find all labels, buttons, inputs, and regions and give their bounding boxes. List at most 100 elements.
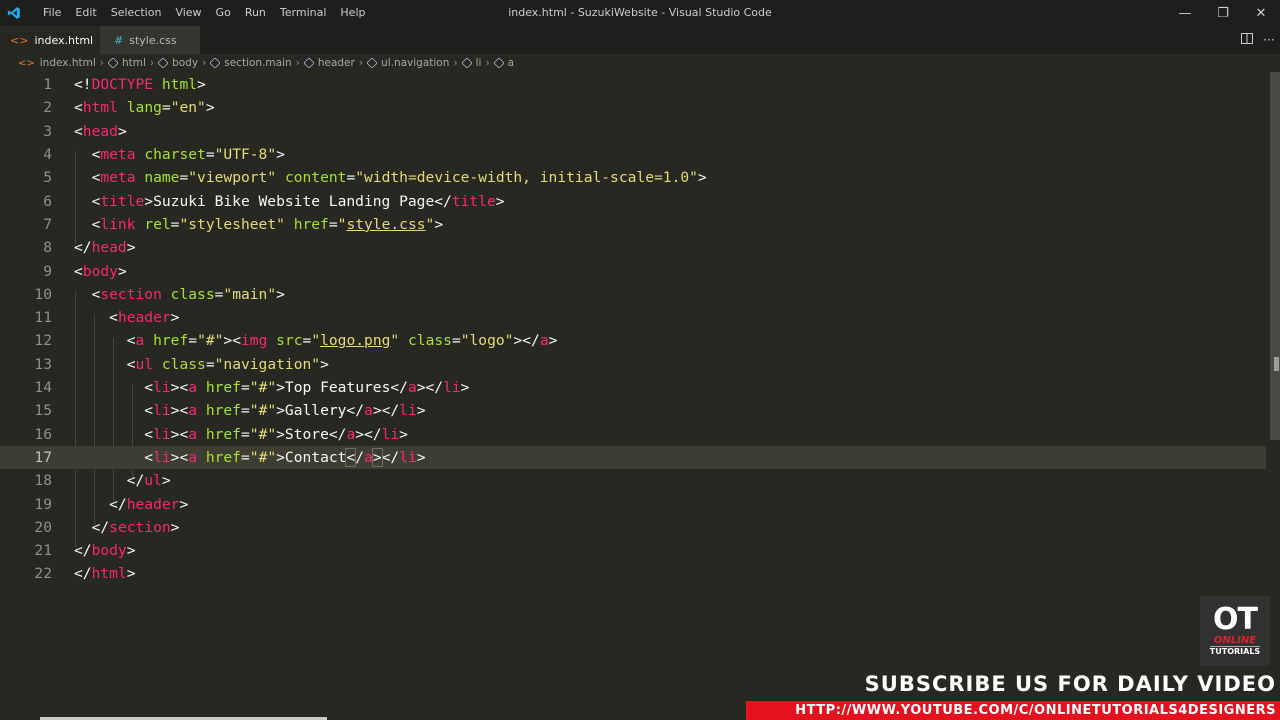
code-line[interactable]: 11 <header>	[0, 306, 1266, 329]
code-line[interactable]: 16 <li><a href="#">Store</a></li>	[0, 423, 1266, 446]
code-token: >	[205, 99, 215, 117]
code-token: li	[443, 379, 461, 397]
breadcrumb-item[interactable]: a	[492, 57, 515, 69]
code-token: >	[126, 239, 136, 257]
line-number: 18	[34, 472, 52, 490]
menu-view[interactable]: View	[168, 0, 208, 26]
code-token: lang	[126, 99, 162, 117]
chevron-right-icon: ›	[295, 57, 300, 69]
code-token: section	[109, 518, 171, 536]
symbol-cube-icon	[107, 57, 119, 69]
code-line[interactable]: 5 <meta name="viewport" content="width=d…	[0, 166, 1266, 189]
code-token: </	[74, 518, 110, 536]
close-window-button[interactable]: ✕	[1242, 0, 1280, 26]
code-token: "	[425, 215, 435, 233]
menu-selection[interactable]: Selection	[104, 0, 169, 26]
code-token: a	[539, 332, 549, 350]
code-token: li	[153, 448, 171, 466]
tab-index-html[interactable]: <> index.html ✕	[0, 26, 111, 54]
code-line[interactable]: 21 </body>	[0, 539, 1266, 562]
more-actions-icon[interactable]: ···	[1258, 33, 1280, 47]
code-line[interactable]: 10 <section class="main">	[0, 283, 1266, 306]
code-line[interactable]: 15 <li><a href="#">Gallery</a></li>	[0, 399, 1266, 422]
menu-go[interactable]: Go	[209, 0, 238, 26]
code-line[interactable]: 7 <link rel="stylesheet" href="style.css…	[0, 213, 1266, 236]
code-token: class	[161, 355, 206, 373]
breadcrumb-item[interactable]: header	[303, 57, 355, 69]
line-code: </head>	[74, 239, 136, 256]
code-token: "width=device-width, initial-scale=1.0"	[355, 169, 698, 187]
code-token: >	[179, 495, 189, 513]
code-line[interactable]: 13 <ul class="navigation">	[0, 353, 1266, 376]
code-line[interactable]: 19 </header>	[0, 492, 1266, 515]
code-line[interactable]: 3 <head>	[0, 120, 1266, 143]
code-line[interactable]: 4 <meta charset="UTF-8">	[0, 143, 1266, 166]
code-token: ></	[355, 425, 382, 443]
youtube-url-banner: HTTP://WWW.YOUTUBE.COM/C/ONLINETUTORIALS…	[746, 701, 1280, 720]
code-line[interactable]: 8 </head>	[0, 236, 1266, 259]
menu-file[interactable]: File	[36, 0, 68, 26]
code-token: >Top Features</	[276, 379, 408, 397]
code-line[interactable]: 18 </ul>	[0, 469, 1266, 492]
breadcrumb-item[interactable]: li	[460, 57, 481, 69]
code-token: >	[434, 215, 444, 233]
menu-terminal[interactable]: Terminal	[273, 0, 334, 26]
line-number: 9	[43, 262, 52, 280]
line-code: </html>	[74, 565, 136, 582]
code-token: "viewport"	[188, 169, 277, 187]
code-token: a	[346, 425, 356, 443]
code-token: a	[188, 448, 198, 466]
split-editor-icon[interactable]	[1236, 33, 1258, 47]
line-number: 5	[43, 169, 52, 187]
code-line[interactable]: 20 </section>	[0, 516, 1266, 539]
code-line[interactable]: 17 <li><a href="#">Contact</a></li>	[0, 445, 1266, 470]
breadcrumb-item[interactable]: html	[107, 57, 146, 69]
menu-edit[interactable]: Edit	[68, 0, 103, 26]
menu-help[interactable]: Help	[333, 0, 372, 26]
breadcrumb-item[interactable]: section.main	[209, 57, 292, 69]
code-token: =	[346, 169, 356, 187]
code-token: <	[74, 285, 101, 303]
code-token: >	[197, 76, 206, 94]
code-token: <	[74, 122, 83, 140]
minimize-button[interactable]: —	[1166, 0, 1204, 26]
code-line[interactable]: 12 <a href="#"><img src="logo.png" class…	[0, 329, 1266, 352]
code-token: li	[153, 402, 171, 420]
code-line[interactable]: 1 <!DOCTYPE html>	[0, 73, 1266, 96]
vertical-scrollbar[interactable]	[1270, 72, 1280, 440]
code-token: href	[153, 332, 189, 350]
code-token: <	[74, 379, 154, 397]
line-code: <head>	[74, 123, 127, 140]
code-token: =	[205, 355, 215, 373]
code-line[interactable]: 2 <html lang="en">	[0, 96, 1266, 119]
code-token: =	[451, 332, 461, 350]
breadcrumb-item[interactable]: body	[157, 57, 198, 69]
symbol-cube-icon	[460, 57, 473, 69]
restore-button[interactable]: ❐	[1204, 0, 1242, 26]
code-token: src	[276, 332, 303, 350]
breadcrumb-item[interactable]: ul.navigation	[366, 57, 449, 69]
code-token: "#"	[249, 379, 277, 397]
code-line[interactable]: 14 <li><a href="#">Top Features</a></li>	[0, 376, 1266, 399]
menu-run[interactable]: Run	[238, 0, 273, 26]
code-token: a	[188, 402, 198, 420]
breadcrumb-label: a	[507, 57, 515, 69]
breadcrumb-item[interactable]: <> index.html	[18, 57, 96, 69]
tab-label: index.html	[34, 33, 94, 47]
code-token: ></	[513, 332, 540, 350]
code-line[interactable]: 9 <body>	[0, 259, 1266, 282]
code-token: "#"	[197, 332, 224, 350]
code-line[interactable]: 6 <title>Suzuki Bike Website Landing Pag…	[0, 190, 1266, 213]
code-line[interactable]: 22 </html>	[0, 562, 1266, 585]
line-number: 15	[34, 402, 52, 420]
line-number: 6	[43, 192, 52, 210]
code-editor[interactable]: 1 <!DOCTYPE html> 2 <html lang="en"> 3 <head>…	[0, 72, 1266, 718]
symbol-cube-icon	[492, 57, 505, 69]
code-token: =	[302, 332, 312, 350]
tab-style-css[interactable]: # style.css	[100, 26, 200, 54]
